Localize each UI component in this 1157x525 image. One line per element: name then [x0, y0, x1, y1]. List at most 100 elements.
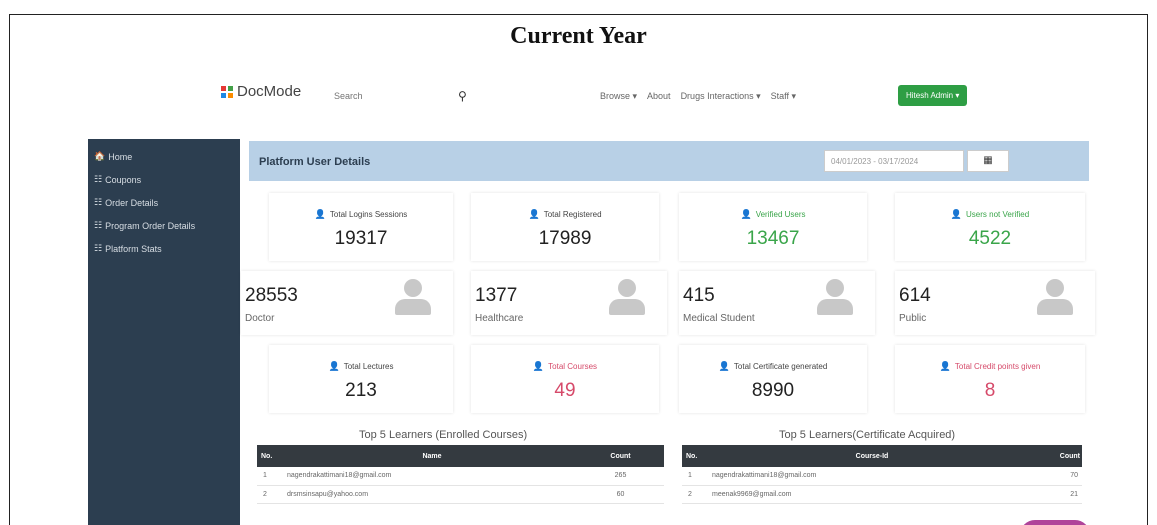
screenshot-frame: Current Year DocMode ⚲ Browse ▾ About Dr…: [9, 14, 1148, 525]
cell-no: 2: [682, 485, 712, 504]
stat-label: 👤 Users not Verified: [895, 209, 1085, 220]
stat-card-verified-users: 👤 Verified Users 13467: [679, 193, 867, 261]
sidebar-item-label: Program Order Details: [105, 220, 196, 231]
stat-card-total-credit-points: 👤 Total Credit points given 8: [895, 345, 1085, 413]
cell-count: 21: [1032, 485, 1082, 504]
nav-browse[interactable]: Browse ▾: [600, 91, 637, 102]
sidebar-item-program-order-details[interactable]: ☷ Program Order Details: [88, 214, 240, 237]
date-range-input[interactable]: 04/01/2023 - 03/17/2024: [824, 150, 964, 172]
top-learners-certificate-table: No. Course-Id Count 1 nagendrakattimani1…: [682, 445, 1082, 504]
logo-square: [221, 85, 226, 91]
stat-label-text: Total Logins Sessions: [329, 210, 408, 219]
stat-label-text: Total Certificate generated: [733, 362, 828, 371]
stat-label-text: Total Lectures: [343, 362, 394, 371]
list-icon: ☷: [94, 174, 103, 184]
stat-label-text: Verified Users: [755, 210, 806, 219]
col-count: Count: [577, 445, 664, 467]
profile-card-medical-student: 415 Medical Student: [679, 271, 875, 335]
cell-name: drsmsinsapu@yahoo.com: [287, 485, 577, 504]
profile-name: Medical Student: [683, 313, 755, 324]
nav-about[interactable]: About: [647, 91, 671, 102]
stat-value: 13467: [746, 228, 800, 249]
table-row[interactable]: 1 nagendrakattimani18@gmail.com 70: [682, 467, 1082, 486]
stat-value: 49: [554, 380, 576, 401]
sidebar-item-platform-stats[interactable]: ☷ Platform Stats: [88, 237, 240, 260]
table-left-title: Top 5 Learners (Enrolled Courses): [359, 429, 528, 441]
cell-course-id: nagendrakattimani18@gmail.com: [712, 467, 1032, 486]
table-header-row: No. Course-Id Count: [682, 445, 1082, 467]
sidebar-item-label: Home: [108, 151, 133, 162]
sidebar: 🏠 Home ☷ Coupons ☷ Order Details ☷ Progr…: [88, 139, 240, 525]
person-icon: 👤: [950, 209, 963, 219]
sidebar-item-label: Order Details: [105, 197, 159, 208]
calendar-icon[interactable]: ▦: [967, 150, 1009, 172]
stat-label: 👤 Total Logins Sessions: [269, 209, 453, 220]
cell-course-id: meenak9969@gmail.com: [712, 485, 1032, 504]
list-icon: ☷: [94, 220, 103, 230]
stat-label: 👤 Total Courses: [471, 361, 659, 372]
avatar-icon: [609, 279, 645, 319]
profile-name: Healthcare: [475, 313, 524, 324]
cell-no: 1: [682, 467, 712, 486]
stat-value: 4522: [968, 228, 1012, 249]
stat-card-total-certificates: 👤 Total Certificate generated 8990: [679, 345, 867, 413]
user-menu-button[interactable]: Hitesh Admin ▾: [898, 85, 968, 106]
person-icon: 👤: [314, 209, 326, 219]
profile-count: 28553: [245, 285, 298, 306]
stat-label-text: Total Registered: [543, 210, 602, 219]
stat-label-text: Total Courses: [548, 362, 598, 371]
sidebar-item-order-details[interactable]: ☷ Order Details: [88, 191, 240, 214]
profile-count: 415: [683, 285, 715, 306]
col-name: Name: [287, 445, 577, 467]
profile-count: 614: [899, 285, 931, 306]
logo-square: [221, 92, 226, 98]
stat-label-text: Total Credit points given: [954, 362, 1041, 371]
stat-card-total-lectures: 👤 Total Lectures 213: [269, 345, 453, 413]
panel-header: Platform User Details 04/01/2023 - 03/17…: [249, 141, 1089, 181]
table-row[interactable]: 2 drsmsinsapu@yahoo.com 60: [257, 485, 664, 504]
home-icon: 🏠: [94, 151, 106, 161]
nav-drugs-interactions[interactable]: Drugs Interactions ▾: [681, 91, 761, 102]
stat-value: 8990: [751, 380, 795, 401]
nav-staff[interactable]: Staff ▾: [771, 91, 796, 102]
search-box[interactable]: ⚲: [334, 85, 484, 107]
stat-label: 👤 Verified Users: [679, 209, 867, 220]
sidebar-item-home[interactable]: 🏠 Home: [88, 145, 240, 168]
docmode-logo[interactable]: DocMode: [220, 83, 301, 100]
col-no: No.: [682, 445, 712, 467]
list-icon: ☷: [94, 197, 103, 207]
profile-card-healthcare: 1377 Healthcare: [471, 271, 667, 335]
cell-count: 60: [577, 485, 664, 504]
stat-card-total-courses: 👤 Total Courses 49: [471, 345, 659, 413]
person-icon: 👤: [528, 209, 540, 219]
top-learners-enrolled-table: No. Name Count 1 nagendrakattimani18@gma…: [257, 445, 664, 504]
stat-value: 17989: [538, 228, 592, 249]
sidebar-item-label: Platform Stats: [105, 243, 162, 254]
chat-widget-button[interactable]: [1020, 520, 1090, 525]
col-no: No.: [257, 445, 287, 467]
logo-square: [228, 92, 233, 98]
profile-name: Doctor: [245, 313, 275, 324]
col-course-id: Course-Id: [712, 445, 1032, 467]
person-icon: 👤: [740, 209, 752, 219]
avatar-icon: [395, 279, 431, 319]
table-row[interactable]: 2 meenak9969@gmail.com 21: [682, 485, 1082, 504]
avatar-icon: [1037, 279, 1073, 319]
sidebar-item-coupons[interactable]: ☷ Coupons: [88, 168, 240, 191]
profile-card-doctor: 28553 Doctor: [241, 271, 453, 335]
cell-name: nagendrakattimani18@gmail.com: [287, 467, 577, 486]
search-icon[interactable]: ⚲: [458, 89, 467, 103]
stat-label: 👤 Total Lectures: [269, 361, 453, 372]
table-row[interactable]: 1 nagendrakattimani18@gmail.com 265: [257, 467, 664, 486]
cell-no: 1: [257, 467, 287, 486]
profile-card-public: 614 Public: [895, 271, 1095, 335]
stat-value: 19317: [334, 228, 388, 249]
search-input[interactable]: [334, 91, 454, 101]
stat-value: 8: [984, 380, 996, 401]
main-content: Platform User Details 04/01/2023 - 03/17…: [241, 141, 1147, 525]
avatar-icon: [817, 279, 853, 319]
profile-name: Public: [899, 313, 927, 324]
nav-links: Browse ▾ About Drugs Interactions ▾ Staf…: [600, 91, 796, 102]
list-icon: ☷: [94, 243, 103, 253]
stat-card-total-registered: 👤 Total Registered 17989: [471, 193, 659, 261]
